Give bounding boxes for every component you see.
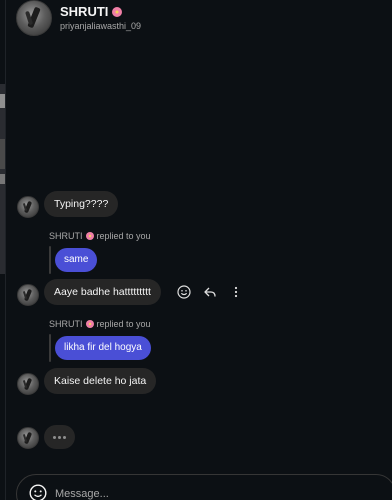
contact-avatar[interactable] <box>16 0 52 36</box>
message-composer <box>16 474 392 500</box>
panel-divider <box>5 0 6 500</box>
typing-indicator <box>44 425 75 449</box>
message-bubble[interactable]: Kaise delete ho jata <box>44 368 157 394</box>
message-bubble[interactable]: Typing???? <box>44 191 119 217</box>
sender-avatar[interactable] <box>17 427 39 449</box>
typing-dot <box>63 435 66 439</box>
chat-header: SHRUTI priyanjaliawasthi_09 <box>0 0 392 46</box>
typing-dot <box>58 435 61 439</box>
sender-avatar[interactable] <box>17 373 39 395</box>
reply-quote-bar <box>49 334 51 362</box>
react-smiley-icon[interactable] <box>176 284 192 300</box>
reply-label: SHRUTI replied to you <box>49 319 151 329</box>
replied-message-bubble[interactable]: same <box>55 248 98 272</box>
replied-message-bubble[interactable]: likha fir del hogya <box>55 336 151 360</box>
flower-emoji-icon <box>112 6 123 17</box>
sender-avatar[interactable] <box>17 284 39 306</box>
flower-emoji-icon <box>85 320 94 328</box>
contact-name[interactable]: SHRUTI <box>60 4 123 19</box>
flower-emoji-icon <box>85 232 94 240</box>
message-actions <box>176 284 244 300</box>
reply-arrow-icon[interactable] <box>202 284 218 300</box>
sender-avatar[interactable] <box>17 196 39 218</box>
reply-label: SHRUTI replied to you <box>49 231 151 241</box>
message-input[interactable] <box>55 485 355 500</box>
more-options-icon[interactable] <box>228 284 244 300</box>
emoji-icon[interactable] <box>29 484 47 500</box>
reply-quote-bar <box>49 246 51 274</box>
contact-username: priyanjaliawasthi_09 <box>60 21 142 31</box>
typing-dot <box>53 435 56 439</box>
message-bubble[interactable]: Aaye badhe hattttttttt <box>44 279 161 305</box>
